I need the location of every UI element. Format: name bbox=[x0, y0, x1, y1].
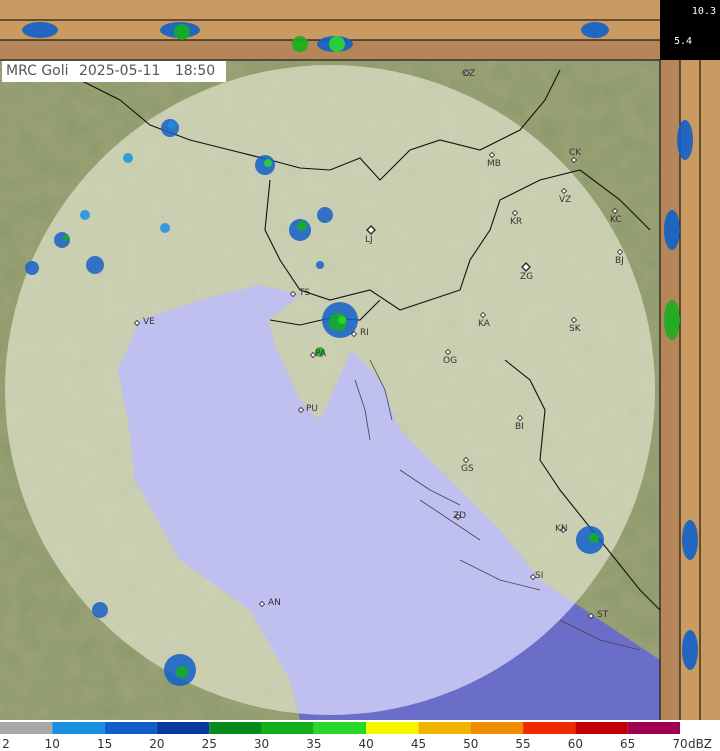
colorbar-tick: 45 bbox=[410, 737, 427, 751]
profile-echo bbox=[174, 24, 190, 40]
city-label-gs: GS bbox=[461, 464, 474, 474]
base-map bbox=[0, 60, 660, 720]
profile-echo bbox=[329, 36, 345, 52]
city-label-ka: KA bbox=[478, 319, 490, 329]
city-label-gz: GZ bbox=[462, 69, 476, 79]
echo-cell bbox=[176, 666, 188, 678]
city-label-kn: KN bbox=[555, 524, 568, 534]
colorbar-tick: 20 bbox=[149, 737, 165, 751]
colorbar-segment bbox=[366, 722, 419, 734]
colorbar-tick: 35 bbox=[306, 737, 322, 751]
echo-cell bbox=[317, 207, 333, 223]
city-label-og: OG bbox=[443, 356, 458, 366]
city-label-pu: PU bbox=[306, 404, 319, 414]
city-label-sk: SK bbox=[569, 324, 581, 334]
city-label-st: ST bbox=[597, 610, 609, 620]
echo-cell bbox=[123, 153, 133, 163]
colorbar-tick: 65 bbox=[620, 737, 636, 751]
height-mid-value: 5.4 bbox=[674, 36, 693, 47]
radar-display: MRC Goli 2025-05-11 18:50 10.3 5.4 GZ MB C… bbox=[0, 0, 720, 751]
radar-name: MRC Goli bbox=[6, 63, 69, 79]
echo-cell bbox=[80, 210, 90, 220]
radar-title: MRC Goli 2025-05-11 18:50 bbox=[2, 61, 226, 82]
city-label-ck: CK bbox=[569, 148, 582, 158]
city-label-zd: ZD bbox=[453, 511, 467, 521]
city-label-si: SI bbox=[535, 571, 544, 581]
height-scale-box: 10.3 5.4 bbox=[660, 0, 720, 60]
colorbar-segment bbox=[523, 722, 576, 734]
city-label-ts: TS bbox=[299, 288, 311, 298]
colorbar-tick: 30 bbox=[253, 737, 270, 751]
city-label-bi: BI bbox=[515, 422, 524, 432]
city-label-kr: KR bbox=[510, 217, 523, 227]
colorbar-tick: 70 bbox=[672, 737, 688, 751]
colorbar-segment bbox=[52, 722, 105, 734]
city-label-ri: RI bbox=[360, 328, 369, 338]
colorbar-tick: 40 bbox=[358, 737, 374, 751]
city-label-pa: PA bbox=[315, 349, 327, 359]
colorbar-segment bbox=[627, 722, 680, 734]
profile-echo bbox=[682, 520, 698, 560]
colorbar-tick: 50 bbox=[463, 737, 479, 751]
city-label-kc: KC bbox=[610, 215, 622, 225]
colorbar-segment bbox=[313, 722, 367, 734]
radar-date: 2025-05-11 bbox=[78, 63, 161, 79]
city-label-an: AN bbox=[268, 598, 281, 608]
colorbar-segment bbox=[470, 722, 524, 734]
colorbar-tick: 2 bbox=[2, 737, 10, 751]
colorbar-segment bbox=[261, 722, 314, 734]
echo-cell bbox=[168, 121, 176, 129]
radar-map bbox=[0, 0, 720, 734]
colorbar-tick: 55 bbox=[515, 737, 531, 751]
colorbar-segment bbox=[104, 722, 157, 734]
colorbar-segment bbox=[209, 722, 262, 734]
echo-cell bbox=[86, 256, 104, 274]
colorbar-tick: 10 bbox=[44, 737, 60, 751]
city-label-zg: ZG bbox=[520, 272, 534, 282]
vertical-profile-panel bbox=[659, 60, 720, 720]
echo-cell bbox=[264, 159, 272, 167]
colorbar-segment bbox=[575, 722, 628, 734]
profile-echo bbox=[664, 210, 680, 250]
profile-echo bbox=[292, 36, 308, 52]
echo-cell bbox=[160, 223, 170, 233]
city-label-mb: MB bbox=[487, 159, 501, 169]
colorbar-tick: 60 bbox=[567, 737, 584, 751]
echo-cell bbox=[63, 235, 69, 241]
city-label-bj: BJ bbox=[615, 256, 624, 266]
profile-echo bbox=[581, 22, 609, 38]
echo-cell bbox=[297, 221, 307, 231]
colorbar-segment bbox=[156, 722, 210, 734]
height-top-value: 10.3 bbox=[691, 6, 716, 17]
echo-cell bbox=[92, 602, 108, 618]
profile-echo bbox=[682, 630, 698, 670]
colorbar-segment bbox=[0, 722, 53, 734]
profile-echo bbox=[677, 120, 693, 160]
city-label-lj: LJ bbox=[365, 235, 373, 245]
colorbar-tick: 25 bbox=[201, 737, 217, 751]
echo-cell bbox=[589, 533, 599, 543]
city-label-vz: VZ bbox=[559, 195, 572, 205]
echo-cell bbox=[316, 261, 324, 269]
colorbar-tick: 15 bbox=[96, 737, 113, 751]
colorbar-unit: dBZ bbox=[687, 737, 713, 751]
reflectivity-colorbar bbox=[0, 722, 680, 734]
radar-time: 18:50 bbox=[174, 63, 216, 79]
echo-cell bbox=[338, 316, 346, 324]
city-label-ve: VE bbox=[143, 317, 155, 327]
profile-echo bbox=[22, 22, 58, 38]
echo-cell bbox=[25, 261, 39, 275]
profile-echo bbox=[664, 300, 680, 340]
colorbar-segment bbox=[418, 722, 471, 734]
